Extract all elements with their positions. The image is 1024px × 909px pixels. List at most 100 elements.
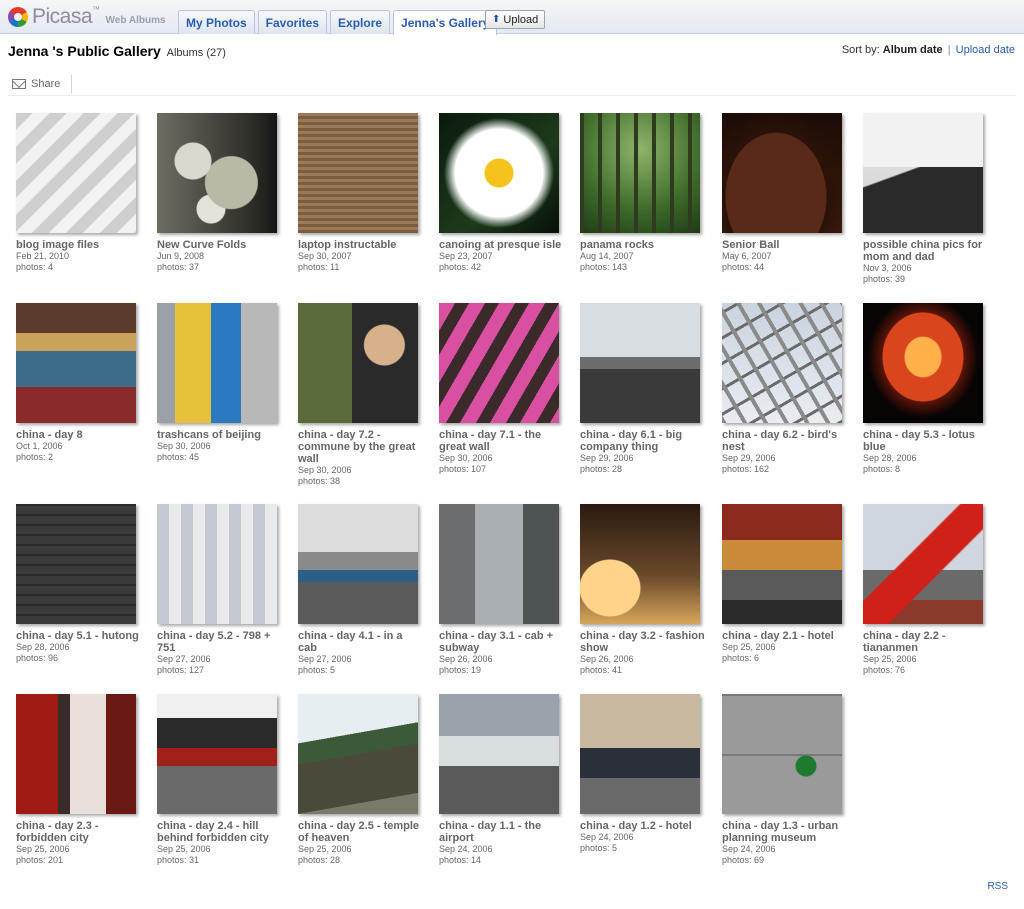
- album-title[interactable]: china - day 2.4 - hill behind forbidden …: [157, 820, 282, 844]
- album-card[interactable]: china - day 5.1 - hutong Sep 28, 2006 phot…: [16, 504, 141, 664]
- album-title[interactable]: china - day 3.2 - fashion show: [580, 630, 705, 654]
- album-title[interactable]: china - day 6.1 - big company thing: [580, 429, 705, 453]
- album-thumbnail[interactable]: [157, 113, 277, 233]
- album-thumbnail[interactable]: [722, 504, 842, 624]
- album-thumbnail[interactable]: [722, 303, 842, 423]
- album-date: Sep 29, 2006: [722, 453, 776, 463]
- album-title[interactable]: china - day 2.1 - hotel: [722, 630, 847, 642]
- album-title[interactable]: china - day 1.3 - urban planning museum: [722, 820, 847, 844]
- album-date: Sep 27, 2006: [298, 654, 352, 664]
- album-title[interactable]: New Curve Folds: [157, 239, 282, 251]
- album-title[interactable]: china - day 2.2 - tiananmen: [863, 630, 988, 654]
- album-title[interactable]: china - day 3.1 - cab + subway: [439, 630, 564, 654]
- album-card[interactable]: china - day 4.1 - in a cab Sep 27, 2006 ph…: [298, 504, 423, 676]
- album-card[interactable]: china - day 6.1 - big company thing Sep 2…: [580, 303, 705, 475]
- album-date: Feb 21, 2010: [16, 251, 70, 261]
- album-title[interactable]: china - day 7.1 - the great wall: [439, 429, 564, 453]
- album-thumbnail[interactable]: [722, 694, 842, 814]
- album-title[interactable]: china - day 5.3 - lotus blue: [863, 429, 988, 453]
- album-card[interactable]: china - day 6.2 - bird's nest Sep 29, 200…: [722, 303, 847, 475]
- album-card[interactable]: blog image files Feb 21, 2010 photos: 4: [16, 113, 141, 273]
- album-card[interactable]: china - day 1.1 - the airport Sep 24, 200…: [439, 694, 564, 866]
- album-thumbnail[interactable]: [439, 694, 559, 814]
- album-card[interactable]: china - day 7.2 - commune by the great w…: [298, 303, 423, 487]
- album-photo-count: photos: 127: [157, 665, 205, 675]
- album-card[interactable]: laptop instructable Sep 30, 2007 photos: 1…: [298, 113, 423, 273]
- album-thumbnail[interactable]: [580, 303, 700, 423]
- album-thumbnail[interactable]: [863, 113, 983, 233]
- album-date: Aug 14, 2007: [580, 251, 634, 261]
- album-card[interactable]: china - day 2.3 - forbidden city Sep 25, …: [16, 694, 141, 866]
- picasa-logo[interactable]: Picasa™ Web Albums: [8, 5, 166, 28]
- album-thumbnail[interactable]: [298, 303, 418, 423]
- album-title[interactable]: china - day 6.2 - bird's nest: [722, 429, 847, 453]
- album-title[interactable]: china - day 1.1 - the airport: [439, 820, 564, 844]
- album-thumbnail[interactable]: [298, 113, 418, 233]
- share-button[interactable]: Share: [12, 78, 60, 90]
- album-thumbnail[interactable]: [298, 504, 418, 624]
- album-title[interactable]: laptop instructable: [298, 239, 423, 251]
- album-card[interactable]: trashcans of beijing Sep 30, 2006 photos: …: [157, 303, 282, 463]
- album-photo-count: photos: 31: [157, 855, 200, 865]
- album-card[interactable]: china - day 3.1 - cab + subway Sep 26, 20…: [439, 504, 564, 676]
- album-card[interactable]: china - day 1.2 - hotel Sep 24, 2006 photo…: [580, 694, 705, 854]
- album-thumbnail[interactable]: [157, 694, 277, 814]
- album-card[interactable]: china - day 2.4 - hill behind forbidden …: [157, 694, 282, 866]
- sort-upload-date-link[interactable]: Upload date: [956, 44, 1015, 56]
- logo-subtitle: Web Albums: [105, 14, 166, 26]
- album-thumbnail[interactable]: [580, 694, 700, 814]
- album-thumbnail[interactable]: [16, 504, 136, 624]
- album-thumbnail[interactable]: [16, 694, 136, 814]
- album-thumbnail[interactable]: [16, 113, 136, 233]
- album-title[interactable]: china - day 2.5 - temple of heaven: [298, 820, 423, 844]
- album-thumbnail[interactable]: [863, 303, 983, 423]
- album-card[interactable]: china - day 5.2 - 798 + 751 Sep 27, 2006 p…: [157, 504, 282, 676]
- album-title[interactable]: china - day 5.2 - 798 + 751: [157, 630, 282, 654]
- album-title[interactable]: Senior Ball: [722, 239, 847, 251]
- album-date: Sep 24, 2006: [439, 844, 493, 854]
- album-date: Sep 23, 2007: [439, 251, 493, 261]
- album-title[interactable]: china - day 5.1 - hutong: [16, 630, 141, 642]
- album-thumbnail[interactable]: [439, 504, 559, 624]
- album-thumbnail[interactable]: [16, 303, 136, 423]
- tab-jennas-gallery[interactable]: Jenna's Gallery: [393, 10, 498, 35]
- album-card[interactable]: possible china pics for mom and dad Nov 3…: [863, 113, 988, 285]
- album-title[interactable]: possible china pics for mom and dad: [863, 239, 988, 263]
- album-title[interactable]: trashcans of beijing: [157, 429, 282, 441]
- album-thumbnail[interactable]: [298, 694, 418, 814]
- album-thumbnail[interactable]: [157, 504, 277, 624]
- album-thumbnail[interactable]: [439, 113, 559, 233]
- album-card[interactable]: china - day 2.5 - temple of heaven Sep 25…: [298, 694, 423, 866]
- album-title[interactable]: canoing at presque isle: [439, 239, 564, 251]
- album-card[interactable]: china - day 8 Oct 1, 2006 photos: 2: [16, 303, 141, 463]
- album-title[interactable]: blog image files: [16, 239, 141, 251]
- album-thumbnail[interactable]: [863, 504, 983, 624]
- album-card[interactable]: china - day 2.2 - tiananmen Sep 25, 2006 p…: [863, 504, 988, 676]
- album-thumbnail[interactable]: [722, 113, 842, 233]
- album-thumbnail[interactable]: [580, 504, 700, 624]
- album-card[interactable]: china - day 5.3 - lotus blue Sep 28, 2006…: [863, 303, 988, 475]
- album-card[interactable]: Senior Ball May 6, 2007 photos: 44: [722, 113, 847, 273]
- tab-favorites[interactable]: Favorites: [257, 10, 328, 34]
- album-title[interactable]: panama rocks: [580, 239, 705, 251]
- album-card[interactable]: china - day 7.1 - the great wall Sep 30, …: [439, 303, 564, 475]
- album-card[interactable]: china - day 2.1 - hotel Sep 25, 2006 photo…: [722, 504, 847, 664]
- album-thumbnail[interactable]: [439, 303, 559, 423]
- album-card[interactable]: china - day 3.2 - fashion show Sep 26, 20…: [580, 504, 705, 676]
- album-title[interactable]: china - day 2.3 - forbidden city: [16, 820, 141, 844]
- album-card[interactable]: china - day 1.3 - urban planning museum S…: [722, 694, 847, 866]
- album-thumbnail[interactable]: [157, 303, 277, 423]
- album-card[interactable]: canoing at presque isle Sep 23, 2007 photo…: [439, 113, 564, 273]
- album-date: Sep 25, 2006: [863, 654, 917, 664]
- album-title[interactable]: china - day 7.2 - commune by the great w…: [298, 429, 423, 465]
- upload-button[interactable]: ⬆ Upload: [485, 10, 546, 29]
- album-thumbnail[interactable]: [580, 113, 700, 233]
- album-card[interactable]: panama rocks Aug 14, 2007 photos: 143: [580, 113, 705, 273]
- album-title[interactable]: china - day 1.2 - hotel: [580, 820, 705, 832]
- rss-link[interactable]: RSS: [987, 881, 1008, 892]
- tab-my-photos[interactable]: My Photos: [178, 10, 255, 34]
- album-card[interactable]: New Curve Folds Jun 9, 2008 photos: 37: [157, 113, 282, 273]
- album-title[interactable]: china - day 4.1 - in a cab: [298, 630, 423, 654]
- tab-explore[interactable]: Explore: [330, 10, 391, 34]
- album-title[interactable]: china - day 8: [16, 429, 141, 441]
